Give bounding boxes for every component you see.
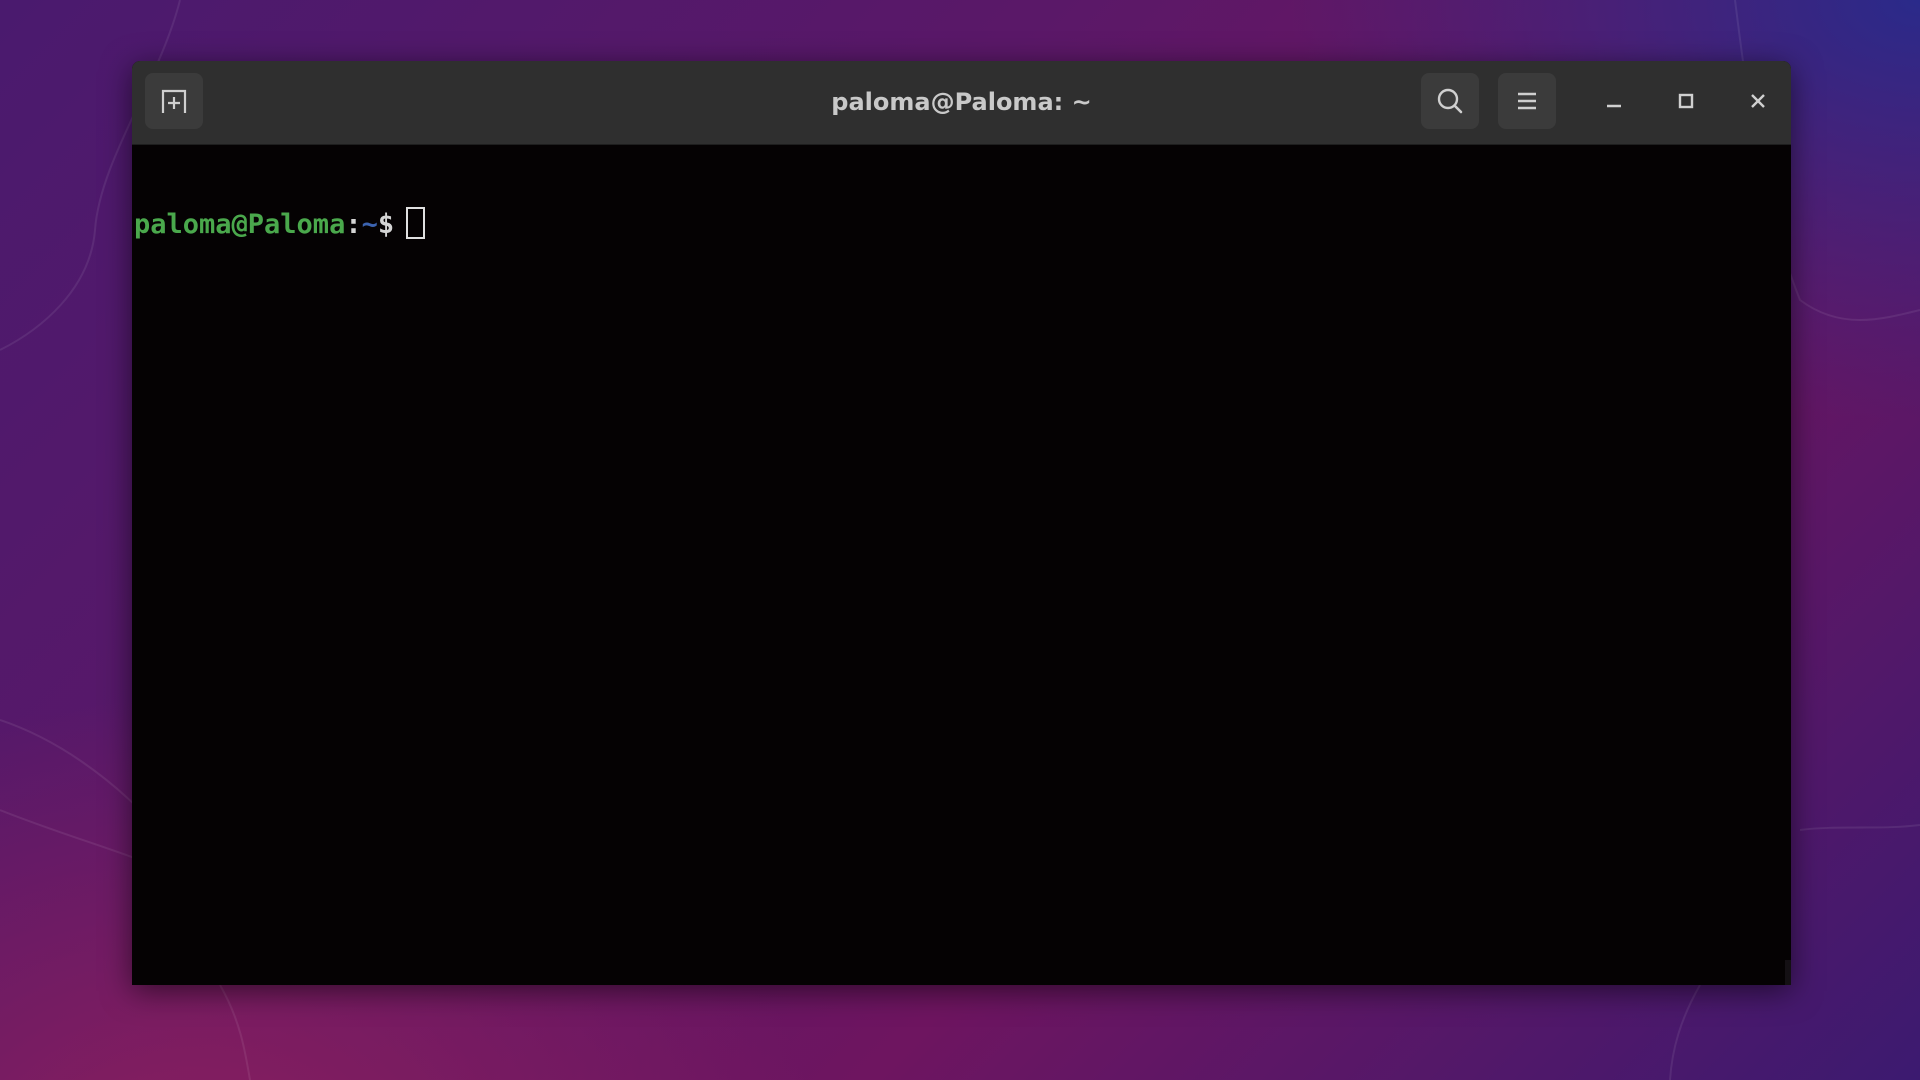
search-button[interactable] [1421, 73, 1479, 129]
hamburger-menu-icon [1518, 92, 1536, 110]
menu-button[interactable] [1498, 73, 1556, 129]
prompt-separator: : [345, 209, 362, 240]
new-tab-icon [161, 89, 187, 113]
terminal-output[interactable]: paloma@Paloma:~$ [132, 145, 1791, 985]
window-title: paloma@Paloma: ~ [831, 88, 1092, 116]
minimize-icon [1607, 104, 1621, 108]
headerbar: paloma@Paloma: ~ [132, 61, 1791, 145]
maximize-icon [1678, 93, 1694, 109]
new-tab-button[interactable] [145, 73, 203, 129]
search-icon [1437, 88, 1463, 114]
text-cursor [406, 207, 426, 239]
scrollbar[interactable] [1785, 960, 1791, 985]
minimize-button[interactable] [1594, 81, 1634, 121]
prompt-user-host: paloma@Paloma [134, 209, 346, 240]
prompt-symbol: $ [377, 209, 395, 240]
terminal-window: paloma@Paloma: ~ paloma@Paloma:~$ [132, 61, 1791, 985]
close-icon [1751, 94, 1765, 108]
close-button[interactable] [1738, 81, 1778, 121]
prompt-path: ~ [361, 209, 378, 240]
maximize-button[interactable] [1666, 81, 1706, 121]
prompt-line: paloma@Paloma:~$ [134, 205, 426, 245]
